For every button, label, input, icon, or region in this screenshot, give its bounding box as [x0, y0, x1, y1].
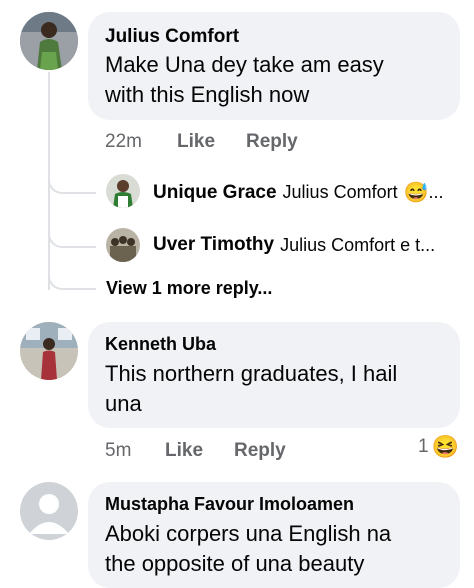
reply-ellipsis: ...	[428, 182, 444, 202]
reply-button[interactable]: Reply	[246, 131, 298, 153]
comment-bubble-julius: Julius Comfort Make Una dey take am easy…	[88, 12, 460, 120]
thread-branch-2	[48, 226, 96, 248]
reply-text: Julius Comfort e t...	[280, 234, 436, 255]
comment-text-line-1: Aboki corpers una English na	[105, 521, 392, 546]
avatar-kenneth-uba[interactable]	[20, 322, 78, 380]
comment-timestamp: 5m	[105, 440, 132, 461]
reply-item[interactable]: Unique Grace Julius Comfort 😅 ...	[153, 180, 444, 205]
view-more-replies-link[interactable]: View 1 more reply...	[106, 278, 272, 299]
profile-photo-icon	[20, 322, 78, 380]
profile-photo-icon	[20, 12, 78, 70]
comment-text-line-1: This northern graduates, I hail	[105, 361, 398, 386]
comment-bubble-kenneth: Kenneth Uba This northern graduates, I h…	[88, 322, 460, 428]
reaction-summary[interactable]: 1 😆	[418, 434, 459, 460]
comment-text-line-2: the opposite of una beauty	[105, 551, 365, 576]
like-button[interactable]: Like	[165, 440, 203, 462]
avatar-julius-comfort[interactable]	[20, 12, 78, 70]
thread-branch-3	[48, 268, 96, 290]
profile-photo-icon	[106, 174, 140, 208]
avatar-unique-grace[interactable]	[106, 174, 140, 208]
like-button[interactable]: Like	[177, 131, 215, 153]
reply-text: Julius Comfort	[282, 182, 398, 202]
comment-author[interactable]: Kenneth Uba	[105, 334, 216, 355]
thread-branch-1	[48, 172, 96, 194]
reply-author[interactable]: Uver Timothy	[153, 234, 274, 256]
comment-text-line-1: Make Una dey take am easy	[105, 52, 384, 77]
comment-author[interactable]: Julius Comfort	[105, 26, 239, 48]
comment-text-line-2: una	[105, 391, 142, 416]
comment-bubble-mustapha: Mustapha Favour Imoloamen Aboki corpers …	[88, 482, 460, 588]
comment-text-line-2: with this English now	[105, 82, 310, 107]
reaction-count: 1	[418, 436, 429, 457]
default-avatar-icon	[20, 482, 78, 540]
comment-author[interactable]: Mustapha Favour Imoloamen	[105, 494, 354, 515]
avatar-mustapha-favour[interactable]	[20, 482, 78, 540]
avatar-uver-timothy[interactable]	[106, 228, 140, 262]
profile-photo-icon	[106, 228, 140, 262]
reply-item[interactable]: Uver Timothy Julius Comfort e t...	[153, 234, 435, 256]
grinning-sweat-emoji-icon: 😅	[403, 182, 429, 204]
comment-timestamp: 22m	[105, 131, 142, 152]
laughing-emoji-icon: 😆	[431, 434, 459, 459]
reply-author[interactable]: Unique Grace	[153, 182, 277, 204]
reply-button[interactable]: Reply	[234, 440, 286, 462]
